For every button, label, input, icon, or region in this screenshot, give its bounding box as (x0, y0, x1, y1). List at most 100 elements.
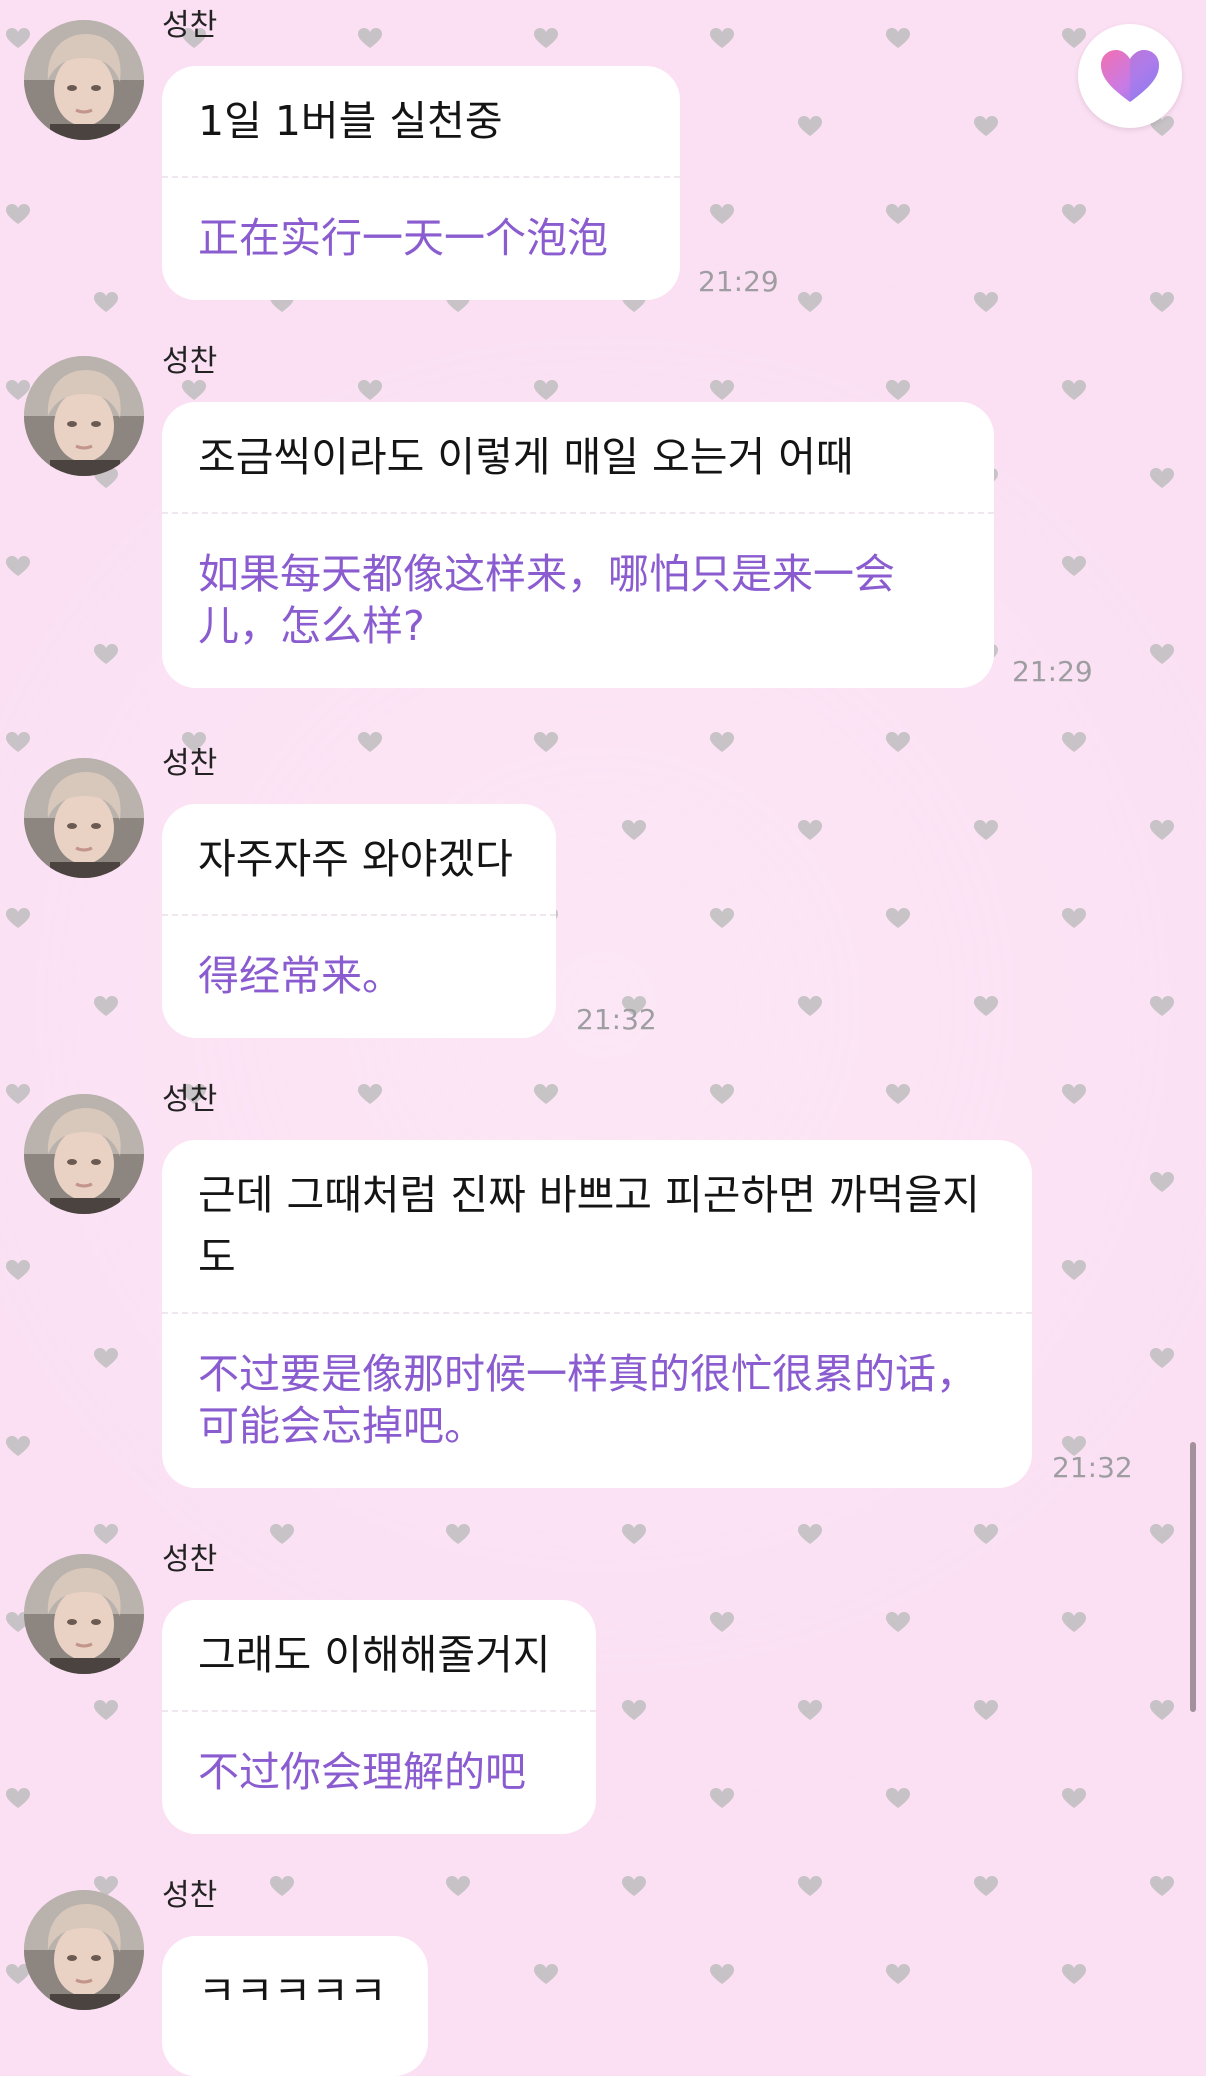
message-bubble[interactable]: 조금씩이라도 이렇게 매일 오는거 어때 如果每天都像这样来，哪怕只是来一会儿，… (162, 402, 994, 688)
heart-pattern-icon (1150, 996, 1174, 1016)
heart-pattern-icon (6, 556, 30, 576)
avatar[interactable] (24, 1554, 144, 1674)
heart-pattern-icon (886, 380, 910, 400)
heart-pattern-icon (974, 996, 998, 1016)
heart-pattern-icon (534, 380, 558, 400)
message-translation-text: 不过要是像那时候一样真的很忙很累的话，可能会忘掉吧。 (198, 1350, 977, 1450)
heart-pattern-icon (1150, 292, 1174, 312)
heart-pattern-icon (1062, 28, 1086, 48)
heart-pattern-icon (710, 28, 734, 48)
heart-pattern-icon (446, 1524, 470, 1544)
heart-pattern-icon (710, 1788, 734, 1808)
heart-pattern-icon (886, 28, 910, 48)
heart-pattern-icon (1062, 1084, 1086, 1104)
heart-pattern-icon (534, 28, 558, 48)
sender-name: 성찬 (162, 746, 218, 781)
message-time: 21:32 (576, 1003, 657, 1036)
heart-pattern-icon (886, 1788, 910, 1808)
scrollbar[interactable] (1190, 1442, 1196, 1712)
avatar[interactable] (24, 1890, 144, 2010)
heart-pattern-icon (1062, 732, 1086, 752)
message-time: 21:29 (698, 265, 779, 298)
message-original-text: 조금씩이라도 이렇게 매일 오는거 어때 (198, 433, 854, 481)
message-bubble[interactable]: ㅋㅋㅋㅋㅋ (162, 1936, 428, 2076)
message-bubble[interactable]: 1일 1버블 실천중 正在实行一天一个泡泡 (162, 66, 680, 300)
heart-pattern-icon (94, 1700, 118, 1720)
heart-pattern-icon (886, 1612, 910, 1632)
heart-pattern-icon (886, 908, 910, 928)
heart-pattern-icon (1062, 1964, 1086, 1984)
heart-pattern-icon (886, 1084, 910, 1104)
avatar[interactable] (24, 356, 144, 476)
heart-pattern-icon (1150, 468, 1174, 488)
heart-pattern-icon (534, 1084, 558, 1104)
sender-name: 성찬 (162, 8, 218, 43)
heart-pattern-icon (1150, 644, 1174, 664)
heart-pattern-icon (798, 292, 822, 312)
avatar-photo (24, 758, 144, 878)
heart-pattern-icon (1062, 1260, 1086, 1280)
heart-pattern-icon (886, 732, 910, 752)
message-original-text: ㅋㅋㅋㅋㅋ (198, 1967, 387, 2015)
heart-pattern-icon (886, 204, 910, 224)
heart-pattern-icon (1062, 204, 1086, 224)
sender-name: 성찬 (162, 344, 218, 379)
heart-pattern-icon (94, 1348, 118, 1368)
heart-pattern-icon (798, 1524, 822, 1544)
heart-button[interactable] (1078, 24, 1182, 128)
sender-name: 성찬 (162, 1878, 218, 1913)
heart-pattern-icon (358, 380, 382, 400)
message-translation-text: 正在实行一天一个泡泡 (198, 214, 608, 262)
heart-gradient-icon (1101, 50, 1159, 102)
avatar[interactable] (24, 758, 144, 878)
message-original-text: 자주자주 와야겠다 (198, 835, 513, 883)
heart-pattern-icon (6, 732, 30, 752)
heart-pattern-icon (710, 204, 734, 224)
heart-pattern-icon (974, 116, 998, 136)
heart-pattern-icon (710, 732, 734, 752)
heart-pattern-icon (6, 1084, 30, 1104)
heart-pattern-icon (6, 1788, 30, 1808)
message-bubble[interactable]: 자주자주 와야겠다 得经常来。 (162, 804, 556, 1038)
message-translation-text: 如果每天都像这样来，哪怕只是来一会儿，怎么样? (198, 550, 895, 650)
heart-pattern-icon (6, 1260, 30, 1280)
heart-pattern-icon (6, 908, 30, 928)
heart-pattern-icon (534, 732, 558, 752)
heart-pattern-icon (1150, 1524, 1174, 1544)
heart-pattern-icon (270, 1524, 294, 1544)
heart-pattern-icon (710, 908, 734, 928)
heart-pattern-icon (886, 1964, 910, 1984)
heart-pattern-icon (622, 820, 646, 840)
avatar-photo (24, 1890, 144, 2010)
heart-pattern-icon (710, 380, 734, 400)
message-translation-text: 不过你会理解的吧 (198, 1748, 526, 1796)
avatar-photo (24, 1094, 144, 1214)
heart-pattern-icon (1150, 1876, 1174, 1896)
heart-pattern-icon (1062, 380, 1086, 400)
heart-pattern-icon (358, 28, 382, 48)
message-original-text: 근데 그때처럼 진짜 바쁘고 피곤하면 까먹을지도 (198, 1171, 980, 1281)
heart-pattern-icon (798, 1700, 822, 1720)
heart-pattern-icon (1150, 1172, 1174, 1192)
heart-pattern-icon (710, 1612, 734, 1632)
message-bubble[interactable]: 근데 그때처럼 진짜 바쁘고 피곤하면 까먹을지도 不过要是像那时候一样真的很忙… (162, 1140, 1032, 1488)
message-bubble[interactable]: 그래도 이해해줄거지 不过你会理解的吧 (162, 1600, 596, 1834)
heart-pattern-icon (1062, 908, 1086, 928)
heart-pattern-icon (798, 820, 822, 840)
heart-pattern-icon (6, 1436, 30, 1456)
message-original-text: 1일 1버블 실천중 (198, 97, 503, 145)
message-time: 21:32 (1052, 1451, 1133, 1484)
heart-pattern-icon (534, 1964, 558, 1984)
heart-pattern-icon (1150, 1348, 1174, 1368)
heart-pattern-icon (974, 1700, 998, 1720)
heart-pattern-icon (710, 1084, 734, 1104)
avatar[interactable] (24, 1094, 144, 1214)
heart-pattern-icon (358, 1084, 382, 1104)
avatar[interactable] (24, 20, 144, 140)
heart-pattern-icon (6, 28, 30, 48)
heart-pattern-icon (974, 820, 998, 840)
heart-pattern-icon (182, 380, 206, 400)
heart-pattern-icon (1150, 820, 1174, 840)
message-translation-text: 得经常来。 (198, 952, 403, 1000)
heart-pattern-icon (798, 1876, 822, 1896)
